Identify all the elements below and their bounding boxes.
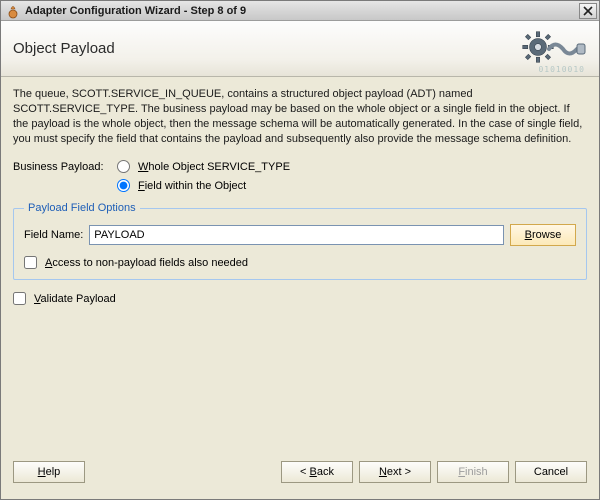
cancel-button[interactable]: Cancel	[515, 461, 587, 483]
field-name-label: Field Name:	[24, 229, 83, 241]
payload-field-options-group: Payload Field Options Field Name: Browse…	[13, 202, 587, 280]
titlebar: Adapter Configuration Wizard - Step 8 of…	[1, 1, 599, 21]
app-icon	[5, 3, 21, 19]
back-button[interactable]: < Back	[281, 461, 353, 483]
payload-field-options-legend: Payload Field Options	[24, 202, 140, 214]
window-title: Adapter Configuration Wizard - Step 8 of…	[25, 5, 579, 17]
wizard-window: Adapter Configuration Wizard - Step 8 of…	[0, 0, 600, 500]
footer-left: Help	[13, 461, 85, 483]
radio-whole-object-input[interactable]	[117, 160, 130, 173]
radio-whole-object-label: Whole Object SERVICE_TYPE	[138, 161, 290, 173]
radio-field-within[interactable]: Field within the Object	[117, 179, 246, 192]
access-nonpayload-input[interactable]	[24, 256, 37, 269]
help-button[interactable]: Help	[13, 461, 85, 483]
next-button[interactable]: Next >	[359, 461, 431, 483]
close-icon	[583, 6, 593, 16]
radio-whole-object[interactable]: Whole Object SERVICE_TYPE	[117, 160, 290, 173]
browse-button[interactable]: Browse	[510, 224, 576, 246]
business-payload-label: Business Payload:	[13, 161, 117, 173]
wizard-header: Object Payload	[1, 21, 599, 77]
footer-right: < Back Next > Finish Cancel	[281, 461, 587, 483]
field-name-row: Field Name: Browse	[24, 224, 576, 246]
binary-decoration: 01010010	[538, 65, 585, 74]
cable-icon	[547, 38, 587, 60]
validate-payload-checkbox[interactable]: Validate Payload	[13, 292, 587, 305]
business-payload-row-2: Field within the Object	[13, 179, 587, 192]
field-name-input[interactable]	[89, 225, 504, 245]
radio-field-within-label: Field within the Object	[138, 180, 246, 192]
access-nonpayload-checkbox[interactable]: Access to non-payload fields also needed	[24, 256, 576, 269]
radio-field-within-input[interactable]	[117, 179, 130, 192]
page-title: Object Payload	[13, 40, 115, 57]
validate-payload-input[interactable]	[13, 292, 26, 305]
validate-payload-label: Validate Payload	[34, 293, 116, 305]
business-payload-row-1: Business Payload: Whole Object SERVICE_T…	[13, 160, 587, 173]
header-graphic: 01010010	[517, 26, 587, 72]
close-button[interactable]	[579, 3, 597, 19]
finish-button: Finish	[437, 461, 509, 483]
description-text: The queue, SCOTT.SERVICE_IN_QUEUE, conta…	[13, 87, 587, 146]
content-area: The queue, SCOTT.SERVICE_IN_QUEUE, conta…	[1, 77, 599, 455]
wizard-footer: Help < Back Next > Finish Cancel	[1, 455, 599, 499]
access-nonpayload-label: Access to non-payload fields also needed	[45, 257, 248, 269]
